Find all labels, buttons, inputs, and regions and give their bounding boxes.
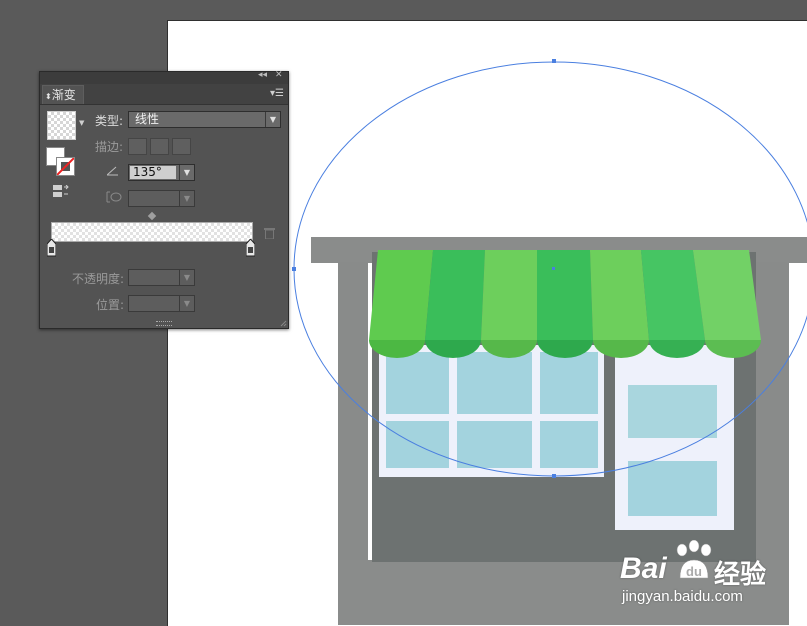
angle-icon bbox=[107, 166, 118, 176]
chevron-down-icon: ▼ bbox=[179, 296, 194, 311]
anchor-point-left bbox=[292, 267, 296, 271]
gradient-stop-right[interactable] bbox=[246, 239, 255, 257]
watermark-url: jingyan.baidu.com bbox=[622, 588, 743, 605]
awning-stripe bbox=[693, 250, 761, 340]
swatch-dropdown-icon[interactable]: ▼ bbox=[79, 119, 84, 127]
chevron-down-icon: ▼ bbox=[179, 191, 194, 206]
center-point bbox=[552, 267, 555, 270]
gradient-panel[interactable]: ◂◂ ✕ ⬍渐变 ▾☰ ▼ 类型: 线性 ▼ 描边: 135° ▼ ▼ 不透明度… bbox=[39, 70, 289, 329]
stroke-along-button[interactable] bbox=[150, 138, 169, 155]
location-field[interactable]: ▼ bbox=[128, 295, 195, 312]
window-pane bbox=[386, 421, 449, 468]
door-glass-top bbox=[628, 385, 717, 438]
tab-arrows-icon: ⬍ bbox=[45, 92, 52, 101]
reverse-gradient-icon[interactable] bbox=[53, 185, 69, 198]
opacity-field[interactable]: ▼ bbox=[128, 269, 195, 286]
trash-icon[interactable] bbox=[264, 227, 275, 239]
awning-stripe bbox=[481, 250, 537, 340]
panel-gripper[interactable] bbox=[156, 321, 172, 326]
awning-stripe bbox=[537, 250, 593, 340]
chevron-down-icon: ▼ bbox=[265, 112, 280, 127]
tab-gradient-label: 渐变 bbox=[51, 88, 76, 102]
collapse-icon[interactable]: ◂◂ bbox=[258, 70, 267, 80]
awning-stripe bbox=[369, 250, 433, 340]
gradient-swatch[interactable] bbox=[47, 111, 76, 140]
panel-titlebar[interactable]: ◂◂ ✕ bbox=[40, 70, 288, 84]
anchor-point-bottom bbox=[552, 474, 556, 478]
window-pane bbox=[457, 421, 532, 468]
chevron-down-icon[interactable]: ▼ bbox=[179, 165, 194, 180]
stroke-label: 描边: bbox=[95, 140, 124, 154]
window-pane bbox=[540, 352, 598, 414]
opacity-label: 不透明度: bbox=[72, 272, 125, 286]
door-glass-bottom bbox=[628, 461, 717, 516]
anchor-point-top bbox=[552, 59, 556, 63]
angle-value: 135° bbox=[130, 166, 176, 179]
tab-gradient[interactable]: ⬍渐变 bbox=[42, 85, 84, 104]
resize-grip-icon[interactable] bbox=[280, 320, 287, 327]
window-pane bbox=[540, 421, 598, 468]
awning-stripe bbox=[425, 250, 485, 340]
type-select[interactable]: 线性 ▼ bbox=[128, 111, 281, 128]
panel-tab-row: ⬍渐变 ▾☰ bbox=[40, 84, 288, 105]
watermark-brand-right: 经验 bbox=[714, 559, 767, 589]
chevron-down-icon: ▼ bbox=[179, 270, 194, 285]
paw-logo-icon: du bbox=[676, 540, 712, 579]
close-icon[interactable]: ✕ bbox=[275, 70, 283, 80]
type-select-value: 线性 bbox=[135, 112, 160, 126]
location-label: 位置: bbox=[96, 298, 125, 312]
window-pane bbox=[457, 352, 532, 414]
svg-text:du: du bbox=[686, 564, 702, 579]
stroke-within-button[interactable] bbox=[128, 138, 147, 155]
aspect-ratio-field[interactable]: ▼ bbox=[128, 190, 195, 207]
awning-stripe bbox=[590, 250, 649, 340]
stroke-none-swatch[interactable] bbox=[56, 157, 75, 176]
angle-field[interactable]: 135° ▼ bbox=[128, 164, 195, 181]
aspect-ratio-icon bbox=[106, 191, 122, 203]
gradient-midpoint[interactable] bbox=[147, 211, 157, 221]
gradient-stop-left[interactable] bbox=[47, 239, 56, 257]
type-label: 类型: bbox=[95, 114, 124, 128]
watermark-brand-left: Bai bbox=[620, 552, 667, 585]
panel-menu-icon[interactable]: ▾☰ bbox=[270, 88, 284, 99]
gradient-ramp[interactable] bbox=[51, 222, 253, 242]
stroke-across-button[interactable] bbox=[172, 138, 191, 155]
baidu-jingyan-watermark: Bai du 经验 jingyan.baidu.com bbox=[620, 540, 770, 610]
window-pane bbox=[386, 352, 449, 414]
